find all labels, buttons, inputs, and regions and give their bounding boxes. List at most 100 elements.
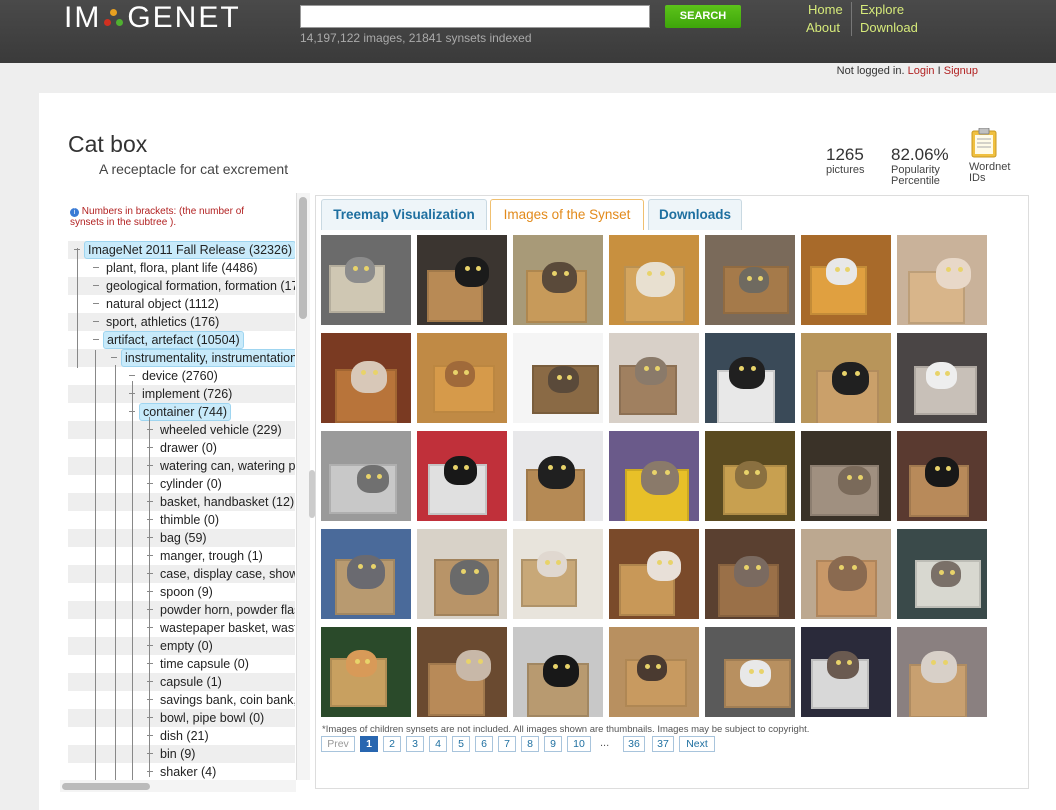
image-thumbnail[interactable] xyxy=(801,529,891,619)
tree-node-label[interactable]: manger, trough (1) xyxy=(157,547,266,565)
image-thumbnail[interactable] xyxy=(705,529,795,619)
page-button[interactable]: 6 xyxy=(475,736,493,752)
image-thumbnail[interactable] xyxy=(417,431,507,521)
tree-node-label[interactable]: instrumentality, instrumentation (5494) xyxy=(121,349,295,367)
tree-row[interactable]: spoon (9) xyxy=(68,583,295,601)
tree-node-label[interactable]: implement (726) xyxy=(139,385,235,403)
tree-row[interactable]: time capsule (0) xyxy=(68,655,295,673)
tree-node-label[interactable]: shaker (4) xyxy=(157,763,219,781)
page-button[interactable]: 4 xyxy=(429,736,447,752)
image-thumbnail[interactable] xyxy=(321,235,411,325)
tree-node-label[interactable]: geological formation, formation (175) xyxy=(103,277,295,295)
tree-node-label[interactable]: wheeled vehicle (229) xyxy=(157,421,285,439)
image-thumbnail[interactable] xyxy=(417,529,507,619)
image-thumbnail[interactable] xyxy=(513,529,603,619)
signup-link[interactable]: Signup xyxy=(944,65,978,77)
tree-row[interactable]: case, display case, showcase, vitrine (0… xyxy=(68,565,295,583)
tree-row[interactable]: cylinder (0) xyxy=(68,475,295,493)
tree-row[interactable]: wastepaper basket, waste-paper basket (0… xyxy=(68,619,295,637)
tree-node-label[interactable]: watering can, watering pot (0) xyxy=(157,457,295,475)
image-thumbnail[interactable] xyxy=(801,235,891,325)
image-thumbnail[interactable] xyxy=(801,333,891,423)
tree-node-label[interactable]: natural object (1112) xyxy=(103,295,222,313)
image-thumbnail[interactable] xyxy=(897,235,987,325)
page-button[interactable]: 3 xyxy=(406,736,424,752)
tree-row[interactable]: drawer (0) xyxy=(68,439,295,457)
tree-row[interactable]: empty (0) xyxy=(68,637,295,655)
image-thumbnail[interactable] xyxy=(705,627,795,717)
page-button[interactable]: 10 xyxy=(567,736,591,752)
image-thumbnail[interactable] xyxy=(897,431,987,521)
tree-row[interactable]: dish (21) xyxy=(68,727,295,745)
tree-node-label[interactable]: thimble (0) xyxy=(157,511,222,529)
tree-node-label[interactable]: basket, handbasket (12) xyxy=(157,493,295,511)
tab-images[interactable]: Images of the Synset xyxy=(490,199,644,230)
page-button[interactable]: 36 xyxy=(623,736,645,752)
image-thumbnail[interactable] xyxy=(897,333,987,423)
image-thumbnail[interactable] xyxy=(897,529,987,619)
tree-node-label[interactable]: time capsule (0) xyxy=(157,655,252,673)
tree-row[interactable]: ImageNet 2011 Fall Release (32326) xyxy=(68,241,295,259)
page-button[interactable]: 9 xyxy=(544,736,562,752)
image-thumbnail[interactable] xyxy=(513,333,603,423)
tree-row[interactable]: basket, handbasket (12) xyxy=(68,493,295,511)
tree-row[interactable]: sport, athletics (176) xyxy=(68,313,295,331)
image-thumbnail[interactable] xyxy=(705,333,795,423)
image-thumbnail[interactable] xyxy=(513,431,603,521)
page-button[interactable]: 37 xyxy=(652,736,674,752)
tree-node-label[interactable]: case, display case, showcase, vitrine (0… xyxy=(157,565,295,583)
tree-row[interactable]: implement (726) xyxy=(68,385,295,403)
nav-download-link[interactable]: Download xyxy=(860,20,918,35)
image-thumbnail[interactable] xyxy=(417,333,507,423)
image-thumbnail[interactable] xyxy=(897,627,987,717)
tree-node-label[interactable]: ImageNet 2011 Fall Release (32326) xyxy=(84,241,295,259)
page-button[interactable]: 5 xyxy=(452,736,470,752)
image-thumbnail[interactable] xyxy=(609,431,699,521)
tree-row[interactable]: container (744) xyxy=(68,403,295,421)
image-thumbnail[interactable] xyxy=(513,235,603,325)
image-thumbnail[interactable] xyxy=(417,235,507,325)
search-button[interactable]: SEARCH xyxy=(665,5,741,28)
wordnet-clipboard-icon[interactable] xyxy=(970,127,998,158)
tree-row[interactable]: natural object (1112) xyxy=(68,295,295,313)
tree-node-label[interactable]: plant, flora, plant life (4486) xyxy=(103,259,260,277)
tree-node-label[interactable]: bag (59) xyxy=(157,529,210,547)
image-thumbnail[interactable] xyxy=(321,627,411,717)
tree-row[interactable]: wheeled vehicle (229) xyxy=(68,421,295,439)
nav-about-link[interactable]: About xyxy=(806,20,840,35)
page-button[interactable]: 2 xyxy=(383,736,401,752)
tree-node-label[interactable]: spoon (9) xyxy=(157,583,216,601)
imagenet-logo[interactable]: IM GENET xyxy=(64,0,241,36)
tree-row[interactable]: bowl, pipe bowl (0) xyxy=(68,709,295,727)
tree-row[interactable]: bag (59) xyxy=(68,529,295,547)
tree-vertical-scroll-thumb[interactable] xyxy=(299,197,307,319)
tree-row[interactable]: artifact, artefact (10504) xyxy=(68,331,295,349)
tree-horizontal-scroll-thumb[interactable] xyxy=(62,783,150,790)
image-thumbnail[interactable] xyxy=(321,333,411,423)
image-thumbnail[interactable] xyxy=(321,431,411,521)
page-button[interactable]: 8 xyxy=(521,736,539,752)
tree-row[interactable]: manger, trough (1) xyxy=(68,547,295,565)
next-page-button[interactable]: Next xyxy=(679,736,715,752)
tree-row[interactable]: shaker (4) xyxy=(68,763,295,781)
tree-row[interactable]: device (2760) xyxy=(68,367,295,385)
tree-node-label[interactable]: powder horn, powder flask (0) xyxy=(157,601,295,619)
tree-node-label[interactable]: drawer (0) xyxy=(157,439,220,457)
prev-page-button[interactable]: Prev xyxy=(321,736,355,752)
tree-row[interactable]: powder horn, powder flask (0) xyxy=(68,601,295,619)
tree-node-label[interactable]: empty (0) xyxy=(157,637,216,655)
login-link[interactable]: Login xyxy=(908,65,935,77)
page-button[interactable]: 7 xyxy=(498,736,516,752)
image-thumbnail[interactable] xyxy=(321,529,411,619)
tree-node-label[interactable]: device (2760) xyxy=(139,367,221,385)
tree-row[interactable]: watering can, watering pot (0) xyxy=(68,457,295,475)
tree-row[interactable]: thimble (0) xyxy=(68,511,295,529)
tab-treemap[interactable]: Treemap Visualization xyxy=(321,199,487,230)
tree-row[interactable]: savings bank, coin bank, money box (1) xyxy=(68,691,295,709)
tree-row[interactable]: geological formation, formation (175) xyxy=(68,277,295,295)
tab-downloads[interactable]: Downloads xyxy=(648,199,742,230)
image-thumbnail[interactable] xyxy=(609,529,699,619)
stat-wordnet[interactable]: Wordnet IDs xyxy=(969,162,1010,184)
page-button[interactable]: 1 xyxy=(360,736,378,752)
tree-node-label[interactable]: cylinder (0) xyxy=(157,475,225,493)
